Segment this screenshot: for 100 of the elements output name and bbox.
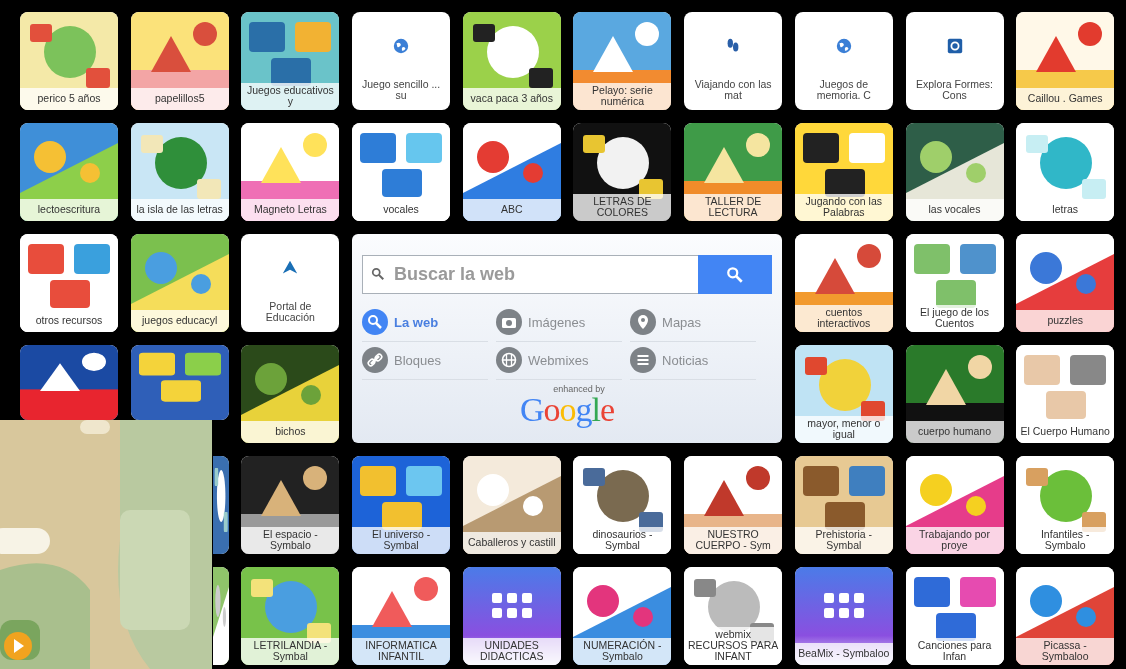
tile-label: Infantiles - Symbalo <box>1016 527 1115 554</box>
bookmark-tile[interactable]: Trabajando por proye <box>905 456 1004 554</box>
tile-label: LETRILANDIA - Symbal <box>241 638 340 665</box>
tile-label: El universo - Symbal <box>352 527 451 554</box>
tile-label: puzzles <box>1016 310 1115 332</box>
bookmark-tile[interactable]: Juegos educativos y <box>241 12 340 110</box>
enhanced-by-text: enhanced by <box>553 384 605 394</box>
bookmark-tile[interactable]: TALLER DE LECTURA <box>684 123 783 221</box>
bookmark-tile[interactable]: INFORMATICA INFANTIL <box>352 567 451 665</box>
bookmark-tile[interactable]: juegos educacyl <box>130 234 229 332</box>
tile-label: INFORMATICA INFANTIL <box>352 638 451 665</box>
tile-label: perico 5 años <box>20 88 118 110</box>
bookmark-tile[interactable]: El universo - Symbal <box>352 456 451 554</box>
bookmark-tile[interactable]: NUMERACIÓN - Symbalo <box>573 567 672 665</box>
tile-label: cuentos interactivos <box>794 305 893 332</box>
bookmark-tile[interactable]: otros recursos <box>20 234 118 332</box>
tile-label: papelillos5 <box>130 88 229 110</box>
search-icon <box>371 267 386 281</box>
tile-label: Explora Formes: Cons <box>915 77 994 103</box>
bookmark-tile[interactable]: ABC <box>462 123 561 221</box>
tile-label: ABC <box>462 199 561 221</box>
bookmark-tile[interactable]: Canciones para Infan <box>905 567 1004 665</box>
bookmark-tile[interactable]: vaca paca 3 años <box>462 12 561 110</box>
bookmark-tile[interactable]: Portal de Educación <box>241 234 340 332</box>
bookmark-tile[interactable]: LETRAS DE COLORES <box>573 123 672 221</box>
globe-icon <box>834 37 853 55</box>
logo-icon <box>945 37 964 55</box>
tile-label: vaca paca 3 años <box>462 88 561 110</box>
bookmark-tile[interactable]: NUESTRO CUERPO - Sym <box>684 456 783 554</box>
tile-label: UNIDADES DIDACTICAS <box>462 638 561 665</box>
bookmark-tile[interactable]: mayor, menor o igual <box>794 345 893 443</box>
tile-label: Viajando con las mat <box>693 77 773 103</box>
tile-label: Trabajando por proye <box>905 527 1004 554</box>
bookmark-tile[interactable]: UNIDADES DIDACTICAS <box>462 567 561 665</box>
tile-label: Picassa - Symbaloo <box>1016 638 1115 665</box>
bookmark-tile[interactable]: bichos <box>241 345 340 443</box>
tile-label: El juego de los Cuentos <box>905 305 1004 332</box>
globe-icon <box>392 37 411 55</box>
bookmark-tile[interactable]: la isla de las letras <box>130 123 229 221</box>
bookmark-tile[interactable]: Viajando con las mat <box>684 12 783 110</box>
tile-label: Jugando con las Palabras <box>794 194 893 221</box>
bookmark-tile[interactable]: El juego de los Cuentos <box>905 234 1004 332</box>
tile-label: NUMERACIÓN - Symbalo <box>573 638 672 665</box>
bookmark-tile[interactable]: letras <box>1016 123 1115 221</box>
tile-label: TALLER DE LECTURA <box>684 194 783 221</box>
bookmark-tile[interactable]: Pelayo: serie numérica <box>573 12 672 110</box>
bookmark-tile[interactable]: BeaMix - Symbaloo <box>794 567 893 665</box>
bookmark-tile[interactable]: Caillou . Games <box>1016 12 1115 110</box>
bookmark-tile[interactable]: puzzles <box>1016 234 1115 332</box>
camera-icon <box>496 309 523 335</box>
bookmark-tile[interactable]: cuerpo humano <box>905 345 1004 443</box>
tile-label: Juego sencillo ... su <box>360 77 442 103</box>
tile-label: webmix RECURSOS PARA INFANT <box>684 627 783 665</box>
tile-label: Magneto Letras <box>241 199 340 221</box>
bookmark-tile[interactable]: El espacio - Symbalo <box>241 456 340 554</box>
bookmark-tile[interactable]: Prehistoria - Symbal <box>794 456 893 554</box>
bookmark-tile[interactable]: Jugando con las Palabras <box>794 123 893 221</box>
tile-label: Caillou . Games <box>1016 88 1115 110</box>
tile-label: la isla de las letras <box>130 199 229 221</box>
bookmark-tile[interactable]: Caballeros y castill <box>462 456 561 554</box>
link-icon <box>362 347 389 373</box>
tile-label: BeaMix - Symbaloo <box>794 643 893 665</box>
search-field[interactable]: Buscar la web <box>362 255 699 294</box>
bookmark-tile[interactable]: Explora Formes: Cons <box>905 12 1004 110</box>
bookmark-tile[interactable]: papelillos5 <box>130 12 229 110</box>
bookmark-tile[interactable]: dinosaurios - Symbal <box>573 456 672 554</box>
tile-label: Canciones para Infan <box>905 638 1004 665</box>
bookmark-tile[interactable]: vocales <box>352 123 451 221</box>
tile-label: Pelayo: serie numérica <box>573 83 672 110</box>
search-button[interactable] <box>698 255 773 294</box>
bookmark-tile[interactable]: las vocales <box>905 123 1004 221</box>
tile-label: dinosaurios - Symbal <box>573 527 672 554</box>
tile-label: El espacio - Symbalo <box>241 527 340 554</box>
google-logo: Google <box>520 394 615 426</box>
tile-label: NUESTRO CUERPO - Sym <box>684 527 783 554</box>
bookmark-tile[interactable]: LETRILANDIA - Symbal <box>241 567 340 665</box>
search-icon <box>726 265 745 284</box>
bookmark-tile[interactable]: webmix RECURSOS PARA INFANT <box>684 567 783 665</box>
bookmark-tile[interactable]: Magneto Letras <box>241 123 340 221</box>
tile-label: Juegos educativos y <box>241 83 340 110</box>
bookmark-tile[interactable]: Infantiles - Symbalo <box>1016 456 1115 554</box>
tile-label: bichos <box>241 421 340 443</box>
bookmark-tile[interactable]: perico 5 años <box>20 12 118 110</box>
grid-icon <box>491 593 532 619</box>
tile-label: Portal de Educación <box>264 299 316 325</box>
bookmark-tile[interactable]: cuentos interactivos <box>794 234 893 332</box>
search-option[interactable]: La web <box>362 304 489 342</box>
tile-label: Juegos de memoria. C <box>815 77 872 103</box>
bookmark-tile[interactable]: lectoescritura <box>20 123 118 221</box>
bookmark-tile[interactable]: Picassa - Symbaloo <box>1016 567 1115 665</box>
tile-label: las vocales <box>905 199 1004 221</box>
tile-label: Prehistoria - Symbal <box>794 527 893 554</box>
tile-label: cuerpo humano <box>905 421 1004 443</box>
tile-label: Caballeros y castill <box>462 532 561 554</box>
bookmark-tile[interactable]: El Cuerpo Humano <box>1016 345 1115 443</box>
map-pin-icon <box>630 309 657 335</box>
tile-label: LETRAS DE COLORES <box>573 194 672 221</box>
bookmark-tile[interactable]: Juego sencillo ... su <box>352 12 451 110</box>
bookmark-tile[interactable]: Juegos de memoria. C <box>794 12 893 110</box>
search-icon <box>362 309 389 335</box>
